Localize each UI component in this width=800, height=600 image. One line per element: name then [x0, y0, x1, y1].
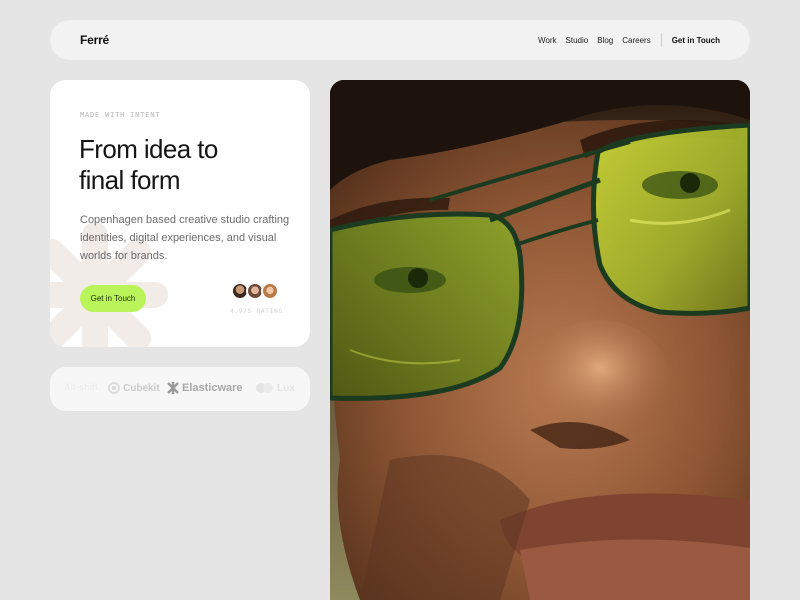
nav-get-in-touch-link[interactable]: Get in Touch: [672, 36, 720, 45]
logo-elasticware: Elasticware: [167, 382, 243, 394]
cube-icon: [108, 382, 120, 394]
hero-description: Copenhagen based creative studio craftin…: [80, 214, 290, 262]
client-avatars: [231, 282, 281, 300]
nav-link-careers[interactable]: Careers: [622, 36, 650, 45]
client-logos-strip: Alt-shift Cubekit Elasticware Lux: [50, 367, 310, 411]
hero-card: MADE WITH INTENT From idea to final form…: [50, 80, 310, 347]
get-in-touch-button[interactable]: Get in Touch: [80, 285, 146, 312]
nav-link-studio[interactable]: Studio: [566, 36, 589, 45]
portrait-photo: [330, 80, 750, 600]
nav-link-blog[interactable]: Blog: [597, 36, 613, 45]
nav-link-work[interactable]: Work: [538, 36, 557, 45]
brand-logo[interactable]: Ferré: [80, 33, 109, 47]
portrait-illustration: [330, 80, 750, 600]
logo-cubekit-label: Cubekit: [123, 382, 160, 394]
avatar: [261, 282, 279, 300]
logo-lux-label: Lux: [277, 382, 295, 394]
logo-cubekit: Cubekit: [108, 382, 160, 394]
hero-headline: From idea to final form: [79, 134, 289, 196]
logo-altshift-label: Alt-shift: [64, 382, 98, 392]
logo-altshift: Alt-shift: [64, 382, 98, 392]
top-navigation: Ferré Work Studio Blog Careers Get in To…: [50, 20, 750, 60]
hero-headline-line-2: final form: [79, 165, 181, 195]
hero-eyebrow: MADE WITH INTENT: [80, 111, 161, 119]
asterisk-icon: [167, 382, 179, 394]
logo-lux: Lux: [256, 382, 295, 394]
nav-divider: [660, 33, 662, 47]
rating-label: 4.9/5 RATING: [230, 308, 283, 315]
circles-icon: [256, 382, 274, 394]
logo-elasticware-label: Elasticware: [182, 382, 243, 394]
hero-headline-line-1: From idea to: [79, 134, 218, 164]
nav-links: Work Studio Blog Careers Get in Touch: [538, 33, 720, 47]
